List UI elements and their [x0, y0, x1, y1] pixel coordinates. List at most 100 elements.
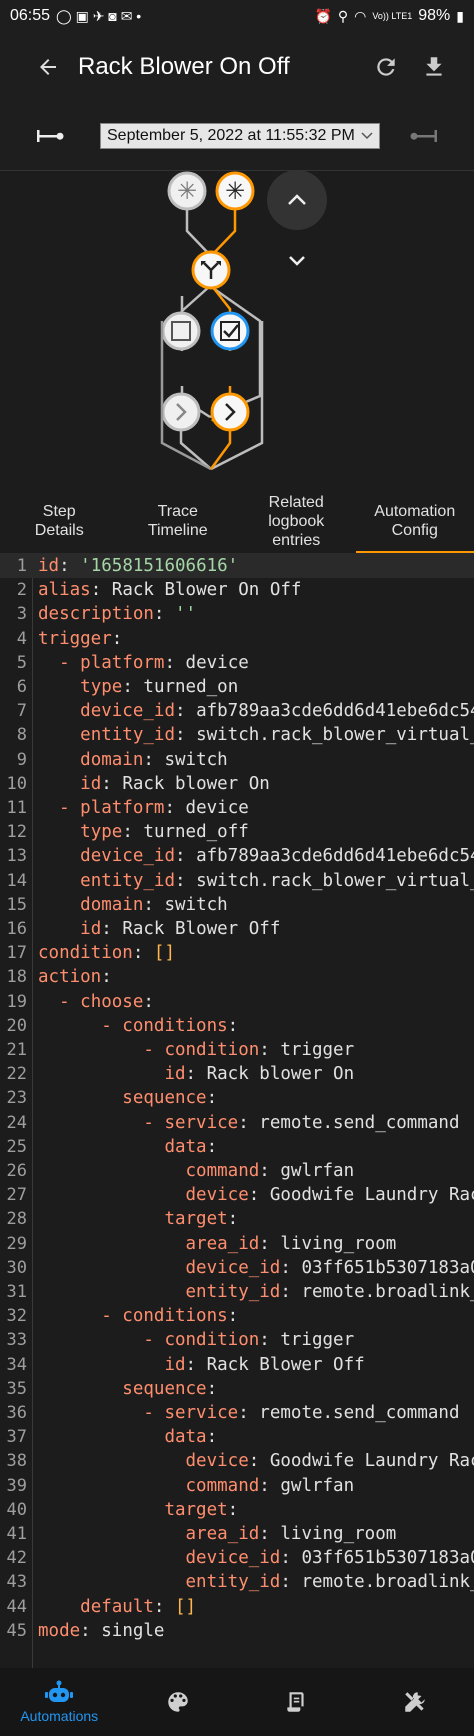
code-line[interactable]: 37 data:: [0, 1425, 474, 1449]
code-line[interactable]: 5 - platform: device: [0, 651, 474, 675]
condition-node-1[interactable]: [161, 311, 201, 351]
code-line[interactable]: 35 sequence:: [0, 1377, 474, 1401]
action-node-1[interactable]: [161, 392, 201, 432]
code-line[interactable]: 38 device: Goodwife Laundry Rac: [0, 1449, 474, 1473]
code-line[interactable]: 11 - platform: device: [0, 796, 474, 820]
code-text: type: turned_on: [38, 675, 238, 699]
code-line[interactable]: 29 area_id: living_room: [0, 1232, 474, 1256]
choose-node[interactable]: [191, 250, 231, 290]
yaml-key: service: [164, 1112, 239, 1133]
code-line[interactable]: 36 - service: remote.send_command: [0, 1401, 474, 1425]
line-number: 1: [16, 556, 27, 576]
trigger-node-2[interactable]: ✳: [215, 171, 255, 211]
code-line[interactable]: 14 entity_id: switch.rack_blower_virtual…: [0, 869, 474, 893]
yaml-key: id: [38, 556, 60, 576]
code-line[interactable]: 12 type: turned_off: [0, 820, 474, 844]
code-line[interactable]: 32 - conditions:: [0, 1304, 474, 1328]
code-line[interactable]: 31 entity_id: remote.broadlink_: [0, 1280, 474, 1304]
code-line[interactable]: 4 trigger:: [0, 627, 474, 651]
newest-trace-button[interactable]: [400, 112, 448, 160]
yaml-code-view[interactable]: 1 id: '1658151606616' 2 alias: Rack Blower …: [0, 554, 474, 1668]
back-button[interactable]: [24, 43, 72, 91]
yaml-colon: :: [111, 628, 123, 649]
code-line[interactable]: 8 entity_id: switch.rack_blower_virtual_: [0, 723, 474, 747]
trigger-node-1[interactable]: ✳: [167, 171, 207, 211]
code-line[interactable]: 33 - condition: trigger: [0, 1328, 474, 1352]
code-line[interactable]: 19 - choose:: [0, 990, 474, 1014]
code-line[interactable]: 3 description: '': [0, 602, 474, 626]
tab-automation-config[interactable]: Automation Config: [355, 489, 474, 553]
nav-blueprints[interactable]: [119, 1668, 238, 1736]
line-number: 22: [6, 1064, 27, 1085]
tab-trace-timeline[interactable]: Trace Timeline: [119, 489, 238, 553]
graph-down-button[interactable]: [289, 256, 305, 266]
code-line[interactable]: 1 id: '1658151606616': [0, 554, 474, 578]
line-number: 7: [16, 701, 27, 722]
tab-step-details[interactable]: Step Details: [0, 489, 119, 553]
code-line[interactable]: 21 - condition: trigger: [0, 1038, 474, 1062]
yaml-key: condition: [38, 943, 133, 964]
nav-automations[interactable]: Automations: [0, 1668, 119, 1736]
refresh-button[interactable]: [362, 43, 410, 91]
code-line[interactable]: 40 target:: [0, 1498, 474, 1522]
yaml-key: description: [38, 604, 154, 625]
yaml-colon: :: [143, 894, 154, 915]
code-line[interactable]: 20 - conditions:: [0, 1014, 474, 1038]
yaml-value: Rack blower On: [122, 773, 270, 794]
code-line[interactable]: 17 condition: []: [0, 941, 474, 965]
yaml-key: choose: [80, 991, 144, 1012]
code-text: - condition: trigger: [38, 1328, 354, 1352]
yaml-colon: :: [280, 1572, 291, 1593]
oldest-trace-button[interactable]: [26, 112, 74, 160]
code-line[interactable]: 41 area_id: living_room: [0, 1522, 474, 1546]
yaml-key: target: [164, 1209, 228, 1230]
code-line[interactable]: 27 device: Goodwife Laundry Rac: [0, 1183, 474, 1207]
nav-scripts[interactable]: [237, 1668, 356, 1736]
code-line[interactable]: 42 device_id: 03ff651b5307183a0: [0, 1546, 474, 1570]
svg-text:✳: ✳: [225, 177, 245, 205]
graph-up-button[interactable]: [267, 170, 327, 230]
code-line[interactable]: 2 alias: Rack Blower On Off: [0, 578, 474, 602]
download-button[interactable]: [410, 43, 458, 91]
yaml-colon: :: [248, 1451, 260, 1472]
tab-related-logbook[interactable]: Related logbook entries: [237, 489, 356, 553]
trace-date-select[interactable]: September 5, 2022 at 11:55:32 PM: [100, 123, 380, 149]
code-line[interactable]: 6 type: turned_on: [0, 675, 474, 699]
action-node-2[interactable]: [210, 392, 250, 432]
yaml-value: afb789aa3cde6dd6d41ebe6dc54: [196, 846, 474, 867]
yaml-value: device: [185, 798, 249, 818]
code-line[interactable]: 43 entity_id: remote.broadlink_: [0, 1570, 474, 1594]
yaml-key: data: [164, 1427, 207, 1448]
code-line[interactable]: 39 command: gwlrfan: [0, 1474, 474, 1498]
code-line[interactable]: 16 id: Rack Blower Off: [0, 917, 474, 941]
code-line[interactable]: 45 mode: single: [0, 1619, 474, 1643]
code-line[interactable]: 13 device_id: afb789aa3cde6dd6d41ebe6dc5…: [0, 844, 474, 868]
location-icon: ⚲: [337, 8, 349, 24]
condition-node-2[interactable]: [210, 311, 250, 351]
code-line[interactable]: 9 domain: switch: [0, 748, 474, 772]
code-line[interactable]: 18 action:: [0, 965, 474, 989]
code-line[interactable]: 25 data:: [0, 1135, 474, 1159]
line-number: 14: [6, 870, 27, 891]
code-line[interactable]: 15 domain: switch: [0, 893, 474, 917]
yaml-value: switch: [164, 894, 228, 915]
code-line[interactable]: 30 device_id: 03ff651b5307183a0: [0, 1256, 474, 1280]
code-line[interactable]: 7 device_id: afb789aa3cde6dd6d41ebe6dc54: [0, 699, 474, 723]
script-icon: [287, 1692, 304, 1712]
code-line[interactable]: 34 id: Rack Blower Off: [0, 1353, 474, 1377]
code-line[interactable]: 10 id: Rack blower On: [0, 772, 474, 796]
nav-tools[interactable]: [356, 1668, 474, 1736]
code-indent: -: [38, 1015, 123, 1036]
yaml-value: gwlrfan: [280, 1161, 355, 1181]
code-line[interactable]: 23 sequence:: [0, 1086, 474, 1110]
code-line[interactable]: 28 target:: [0, 1207, 474, 1231]
code-line[interactable]: 44 default: []: [0, 1595, 474, 1619]
code-line[interactable]: 24 - service: remote.send_command: [0, 1111, 474, 1135]
code-line[interactable]: 26 command: gwlrfan: [0, 1159, 474, 1183]
code-line[interactable]: 22 id: Rack blower On: [0, 1062, 474, 1086]
